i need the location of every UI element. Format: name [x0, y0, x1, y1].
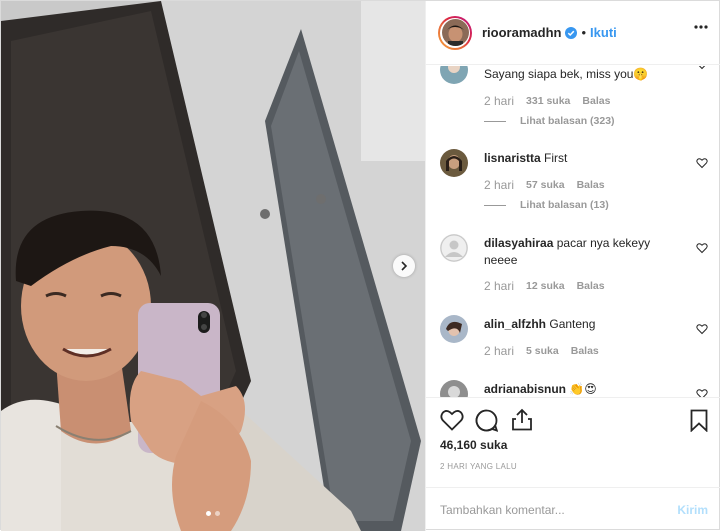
comment-composer: Kirim — [426, 487, 720, 532]
comment-reply-button[interactable]: Balas — [582, 95, 610, 107]
comment-likes[interactable]: 5 suka — [526, 345, 559, 357]
comment-time[interactable]: 2 hari — [484, 178, 514, 192]
post-timestamp[interactable]: 2 HARI YANG LALU — [440, 462, 517, 471]
comment-text: dilasyahiraa pacar nya kekeyy neeee — [484, 235, 684, 269]
comment-content: First — [544, 151, 568, 165]
carousel-dot-active — [206, 511, 211, 516]
comment-reply-button[interactable]: Balas — [571, 345, 599, 357]
chevron-right-icon — [401, 261, 408, 271]
send-comment-button[interactable]: Kirim — [677, 503, 708, 517]
comment-meta: 2 hari 12 suka Balas — [484, 279, 605, 293]
view-replies-link[interactable]: Lihat balasan (323) — [484, 115, 615, 127]
header-separator: • — [581, 25, 587, 40]
comment-like-heart-icon[interactable] — [696, 388, 708, 397]
comment-like-heart-icon[interactable] — [696, 66, 708, 70]
commenter-avatar[interactable] — [440, 149, 468, 177]
more-options-icon[interactable] — [694, 25, 708, 29]
view-replies-label: Lihat balasan (13) — [520, 199, 609, 211]
post-like-count[interactable]: 46,160 suka — [440, 438, 507, 452]
commenter-avatar[interactable] — [440, 315, 468, 343]
comment-username[interactable]: lisnaristta — [484, 151, 541, 165]
comment-input[interactable] — [440, 503, 678, 517]
bookmark-icon[interactable] — [690, 409, 708, 432]
replies-line — [484, 120, 506, 122]
comment-like-heart-icon[interactable] — [696, 157, 708, 169]
post-header: riooramadhn • Ikuti — [426, 1, 720, 65]
post-side-panel: riooramadhn • Ikuti Sayang siapa bek, mi… — [425, 1, 720, 531]
comment-text: alin_alfzhh Ganteng — [484, 316, 684, 333]
comment-time[interactable]: 2 hari — [484, 344, 514, 358]
verified-badge-icon — [565, 26, 578, 39]
story-ring-avatar[interactable] — [438, 15, 472, 50]
view-replies-label: Lihat balasan (323) — [520, 115, 615, 127]
author-username[interactable]: riooramadhn — [482, 25, 561, 40]
comment-content: Sayang siapa bek, miss you🤫 — [484, 67, 649, 81]
comment-meta: 2 hari 57 suka Balas — [484, 178, 605, 192]
comment-like-heart-icon[interactable] — [696, 242, 708, 254]
carousel-indicator — [1, 511, 425, 516]
commenter-avatar[interactable] — [440, 66, 468, 84]
follow-button[interactable]: Ikuti — [590, 25, 617, 40]
mirror-selfie-image — [1, 1, 425, 531]
comment-content: 👏😍 — [569, 382, 597, 396]
comment-likes[interactable]: 57 suka — [526, 179, 565, 191]
comment-bubble-icon[interactable] — [475, 409, 498, 432]
comment-reply-button[interactable]: Balas — [577, 280, 605, 292]
comment-text: adrianabisnun 👏😍 — [484, 381, 684, 397]
comment-like-heart-icon[interactable] — [696, 323, 708, 335]
comment-likes[interactable]: 331 suka — [526, 95, 570, 107]
comment-text: Sayang siapa bek, miss you🤫 — [484, 66, 684, 83]
replies-line — [484, 204, 506, 206]
comment-reply-button[interactable]: Balas — [577, 179, 605, 191]
comment-username[interactable]: adrianabisnun — [484, 382, 566, 396]
author-avatar — [441, 19, 469, 46]
commenter-avatar[interactable] — [440, 380, 468, 397]
comments-list[interactable]: Sayang siapa bek, miss you🤫 2 hari 331 s… — [426, 66, 720, 397]
post-photo — [1, 1, 425, 531]
comment-text: lisnaristta First — [484, 150, 684, 167]
post-actions: 46,160 suka 2 HARI YANG LALU Kirim — [426, 397, 720, 531]
comment-username[interactable]: alin_alfzhh — [484, 317, 546, 331]
like-heart-icon[interactable] — [440, 409, 464, 431]
carousel-dot — [215, 511, 220, 516]
comment-username[interactable]: dilasyahiraa — [484, 236, 553, 250]
comment-likes[interactable]: 12 suka — [526, 280, 565, 292]
instagram-post: riooramadhn • Ikuti Sayang siapa bek, mi… — [0, 0, 720, 531]
comment-time[interactable]: 2 hari — [484, 279, 514, 293]
comment-meta: 2 hari 331 suka Balas — [484, 94, 610, 108]
next-photo-button[interactable] — [393, 255, 415, 277]
commenter-avatar[interactable] — [440, 234, 468, 262]
comment-time[interactable]: 2 hari — [484, 94, 514, 108]
view-replies-link[interactable]: Lihat balasan (13) — [484, 199, 609, 211]
share-icon[interactable] — [511, 408, 533, 431]
comment-meta: 2 hari 5 suka Balas — [484, 344, 599, 358]
comment-content: Ganteng — [549, 317, 596, 331]
